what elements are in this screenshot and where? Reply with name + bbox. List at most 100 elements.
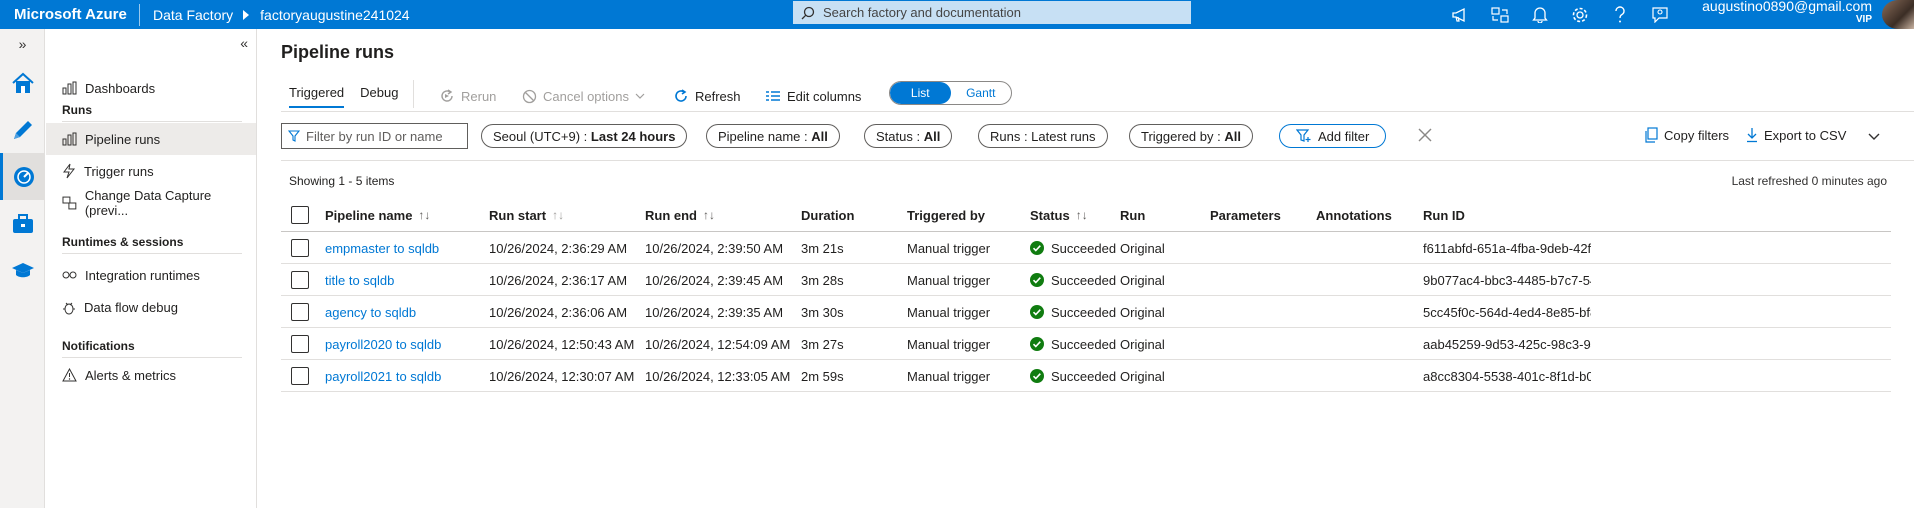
rerun-button[interactable]: Rerun <box>439 84 496 108</box>
toggle-list[interactable]: List <box>890 82 951 104</box>
run-id[interactable]: 5cc45f0c-564d-4ed4-8e85-bf884edb74 <box>1423 296 1591 328</box>
help-icon[interactable] <box>1600 0 1640 29</box>
filter-triggered-prefix: Triggered by : <box>1141 128 1221 144</box>
filter-time-prefix: Seoul (UTC+9) : <box>493 128 588 144</box>
feedback-icon[interactable] <box>1640 0 1680 29</box>
select-all-checkbox[interactable] <box>291 199 309 231</box>
col-status[interactable]: Status ↑↓ <box>1030 199 1088 231</box>
last-refreshed: Last refreshed 0 minutes ago <box>1731 174 1887 188</box>
pipeline-name-link[interactable]: agency to sqldb <box>325 296 416 328</box>
cancel-options-button[interactable]: Cancel options <box>522 84 651 108</box>
breadcrumb-factory[interactable]: factoryaugustine241024 <box>260 7 409 23</box>
col-duration[interactable]: Duration <box>801 199 854 231</box>
filter-runs-text: Runs : Latest runs <box>990 128 1096 144</box>
run-start: 10/26/2024, 2:36:06 AM <box>489 304 628 320</box>
col-run-start[interactable]: Run start ↑↓ <box>489 199 564 231</box>
nav-item-change-data-capture[interactable]: Change Data Capture (previ... <box>46 187 256 219</box>
search-input[interactable]: Search factory and documentation <box>793 1 1191 24</box>
duration: 3m 28s <box>801 272 844 288</box>
run-id[interactable]: aab45259-9d53-425c-98c3-94c545ce8 <box>1423 328 1591 360</box>
add-filter-label: Add filter <box>1318 128 1370 144</box>
col-run-end[interactable]: Run end ↑↓ <box>645 199 715 231</box>
warning-icon <box>62 368 77 382</box>
run-id[interactable]: a8cc8304-5538-401c-8f1d-b05443554 <box>1423 360 1591 392</box>
col-run[interactable]: Run <box>1120 199 1145 231</box>
clear-filters-icon[interactable] <box>1418 128 1432 142</box>
table-row[interactable]: agency to sqldb 10/26/2024, 2:36:06 AM 10/… <box>281 296 1891 328</box>
run-id[interactable]: 9b077ac4-bbc3-4485-b7c7-5400e8d19 <box>1423 264 1591 296</box>
table-row[interactable]: title to sqldb 10/26/2024, 2:36:17 AM 10/2… <box>281 264 1891 296</box>
col-run-id[interactable]: Run ID <box>1423 199 1465 231</box>
nav-item-alerts-metrics[interactable]: Alerts & metrics <box>46 359 256 391</box>
export-csv-button[interactable]: Export to CSV <box>1746 127 1846 143</box>
run-type: Original <box>1120 304 1165 320</box>
pipeline-name-link[interactable]: payroll2020 to sqldb <box>325 328 441 360</box>
filter-time-range[interactable]: Seoul (UTC+9) : Last 24 hours <box>481 124 688 148</box>
pipeline-name-link[interactable]: payroll2021 to sqldb <box>325 360 441 392</box>
col-annotations[interactable]: Annotations <box>1316 199 1392 231</box>
tab-triggered[interactable]: Triggered <box>289 85 345 108</box>
pipeline-name-link[interactable]: title to sqldb <box>325 264 394 296</box>
announcement-icon[interactable] <box>1440 0 1480 29</box>
table-row[interactable]: payroll2021 to sqldb 10/26/2024, 12:30:07… <box>281 360 1891 392</box>
filter-pipeline-value: All <box>811 128 828 144</box>
nav-item-integration-runtimes[interactable]: Integration runtimes <box>46 259 256 291</box>
nav-item-dashboards[interactable]: Dashboards <box>46 72 256 104</box>
row-checkbox[interactable] <box>291 360 309 392</box>
filter-runs[interactable]: Runs : Latest runs <box>978 124 1108 148</box>
refresh-button[interactable]: Refresh <box>673 84 741 108</box>
gear-icon[interactable] <box>1560 0 1600 29</box>
table-row[interactable]: empmaster to sqldb 10/26/2024, 2:36:29 AM… <box>281 232 1891 264</box>
nav-label: Trigger runs <box>84 163 154 179</box>
table-row[interactable]: payroll2020 to sqldb 10/26/2024, 12:50:43… <box>281 328 1891 360</box>
edit-columns-label: Edit columns <box>787 88 862 104</box>
top-icons <box>1440 0 1680 29</box>
col-triggered-by[interactable]: Triggered by <box>907 199 985 231</box>
nav-item-pipeline-runs[interactable]: Pipeline runs <box>46 123 256 155</box>
more-chevron-down-icon[interactable] <box>1868 133 1886 140</box>
row-checkbox[interactable] <box>291 296 309 328</box>
collapse-icon[interactable]: « <box>240 35 248 51</box>
col-pipeline-name[interactable]: Pipeline name ↑↓ <box>325 199 430 231</box>
tab-debug[interactable]: Debug <box>360 85 398 108</box>
run-start: 10/26/2024, 12:30:07 AM <box>489 368 635 384</box>
bell-icon[interactable] <box>1520 0 1560 29</box>
status: Succeeded <box>1030 360 1116 392</box>
filter-status[interactable]: Status : All <box>864 124 953 148</box>
run-start: 10/26/2024, 12:50:43 AM <box>489 336 635 352</box>
row-checkbox[interactable] <box>291 264 309 296</box>
learning-center-icon[interactable] <box>0 247 45 294</box>
edit-columns-button[interactable]: Edit columns <box>765 84 861 108</box>
main-content: Pipeline runs Triggered Debug Rerun Canc… <box>258 29 1914 508</box>
monitor-icon[interactable] <box>0 153 45 200</box>
run-id[interactable]: f611abfd-651a-4fba-9deb-42f4e4a5bb <box>1423 232 1591 264</box>
filter-triggered-by[interactable]: Triggered by : All <box>1129 124 1253 148</box>
nav-item-trigger-runs[interactable]: Trigger runs <box>46 155 256 187</box>
row-checkbox[interactable] <box>291 328 309 360</box>
pipeline-name-link[interactable]: empmaster to sqldb <box>325 232 439 264</box>
divider <box>413 80 414 108</box>
toggle-gantt[interactable]: Gantt <box>951 82 1012 104</box>
brand-title[interactable]: Microsoft Azure <box>0 6 139 23</box>
copy-icon <box>1645 127 1658 143</box>
success-check-icon <box>1030 369 1044 383</box>
run-start: 10/26/2024, 2:36:29 AM <box>489 240 628 256</box>
avatar[interactable] <box>1882 0 1914 29</box>
page-title: Pipeline runs <box>281 42 395 62</box>
author-pencil-icon[interactable] <box>0 106 45 153</box>
row-checkbox[interactable] <box>291 232 309 264</box>
breadcrumb-service[interactable]: Data Factory <box>140 7 243 23</box>
switch-directory-icon[interactable] <box>1480 0 1520 29</box>
home-icon[interactable] <box>0 59 45 106</box>
section-runtimes: Runtimes & sessions <box>62 235 184 249</box>
user-account[interactable]: augustino0890@gmail.com VIP <box>1702 0 1872 27</box>
add-filter-button[interactable]: Add filter <box>1279 124 1387 148</box>
filter-input[interactable]: Filter by run ID or name <box>281 123 468 149</box>
copy-filters-button[interactable]: Copy filters <box>1644 127 1729 143</box>
expand-icon[interactable]: » <box>0 29 45 59</box>
manage-toolbox-icon[interactable] <box>0 200 45 247</box>
filter-pipeline-name[interactable]: Pipeline name : All <box>706 124 840 148</box>
col-parameters[interactable]: Parameters <box>1210 199 1281 231</box>
nav-item-data-flow-debug[interactable]: Data flow debug <box>46 291 256 323</box>
rerun-label: Rerun <box>461 88 497 104</box>
